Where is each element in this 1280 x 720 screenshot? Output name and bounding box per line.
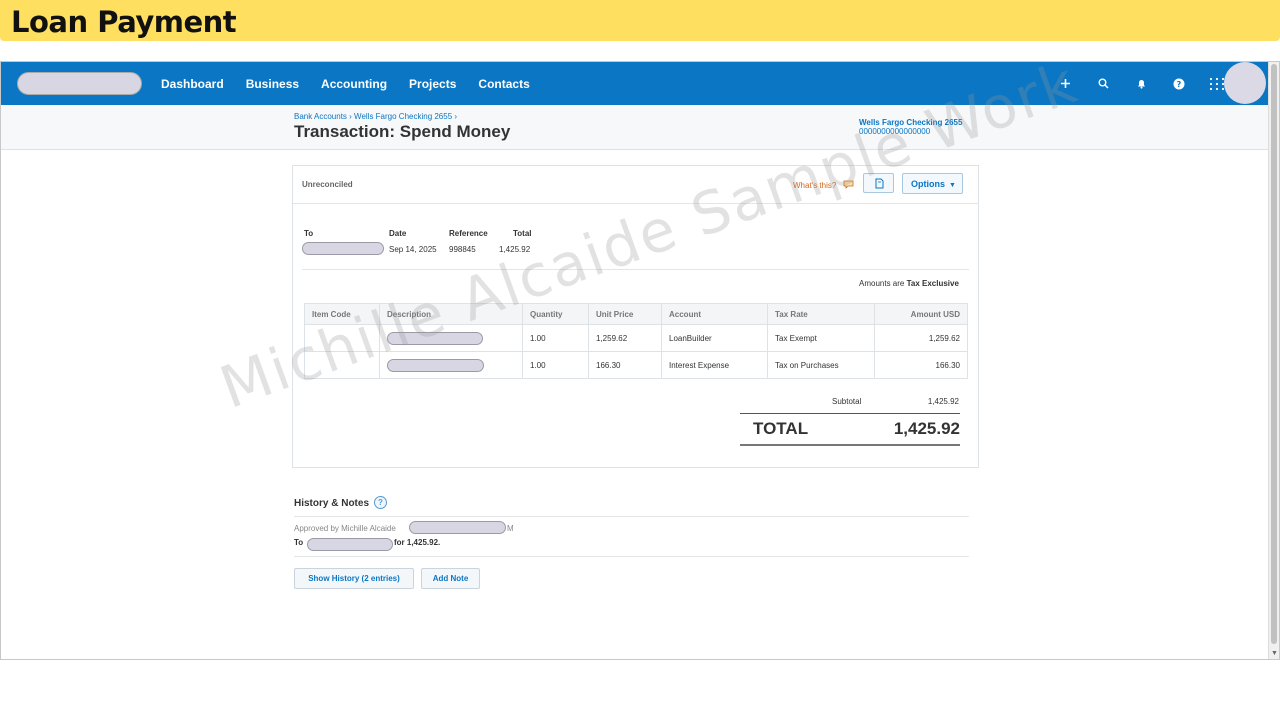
chevron-down-icon: ▼ bbox=[949, 182, 956, 189]
approval-note: Approved by Michille Alcaide bbox=[294, 524, 396, 533]
amounts-tax-note: Amounts are Tax Exclusive bbox=[859, 279, 959, 288]
transaction-card: Unreconciled What's this? Options ▼ To Da… bbox=[292, 165, 979, 468]
total-divider-bottom bbox=[740, 444, 960, 446]
table-row: 1.00 1,259.62 LoanBuilder Tax Exempt 1,2… bbox=[304, 324, 968, 352]
cell-item-code bbox=[304, 324, 380, 352]
grand-total-label: TOTAL bbox=[753, 419, 809, 438]
cell-tax-rate: Tax on Purchases bbox=[767, 351, 875, 379]
col-unit-price: Unit Price bbox=[588, 303, 662, 325]
search-icon[interactable] bbox=[1084, 78, 1122, 89]
cell-description bbox=[379, 351, 523, 379]
nav-contacts[interactable]: Contacts bbox=[478, 77, 529, 91]
total-divider-top bbox=[740, 413, 960, 414]
col-description: Description bbox=[379, 303, 523, 325]
top-navigation-bar: Dashboard Business Accounting Projects C… bbox=[1, 62, 1269, 105]
scrollbar-thumb[interactable] bbox=[1271, 64, 1277, 644]
col-quantity: Quantity bbox=[522, 303, 589, 325]
transaction-date: Sep 14, 2025 bbox=[389, 245, 437, 254]
help-icon[interactable]: ? bbox=[1160, 78, 1198, 90]
transaction-total: 1,425.92 bbox=[499, 245, 531, 254]
scroll-down-arrow-icon[interactable]: ▼ bbox=[1271, 650, 1278, 657]
cell-account: Interest Expense bbox=[661, 351, 768, 379]
history-notes-title: History & Notes bbox=[294, 498, 370, 509]
bell-icon[interactable] bbox=[1122, 78, 1160, 89]
nav-dashboard[interactable]: Dashboard bbox=[161, 77, 224, 91]
cell-tax-rate: Tax Exempt bbox=[767, 324, 875, 352]
col-account: Account bbox=[661, 303, 768, 325]
breadcrumb[interactable]: Bank Accounts › Wells Fargo Checking 265… bbox=[294, 112, 457, 121]
transaction-card-header: Unreconciled What's this? Options ▼ bbox=[293, 166, 978, 204]
transaction-reference: 998845 bbox=[449, 245, 476, 254]
main-nav: Dashboard Business Accounting Projects C… bbox=[161, 62, 552, 105]
history-divider bbox=[294, 516, 969, 517]
vertical-scrollbar[interactable]: ▼ bbox=[1268, 62, 1279, 659]
grand-total-value: 1,425.92 bbox=[893, 419, 960, 438]
history-amount-text: for 1,425.92. bbox=[394, 538, 441, 547]
redacted-description bbox=[387, 358, 484, 372]
cell-quantity: 1.00 bbox=[522, 351, 589, 379]
date-label: Date bbox=[389, 229, 407, 238]
subtotal-value: 1,425.92 bbox=[927, 397, 959, 406]
cell-item-code bbox=[304, 351, 380, 379]
slide-title-banner: Loan Payment bbox=[0, 0, 1280, 41]
line-items-table: Item Code Description Quantity Unit Pric… bbox=[304, 303, 968, 379]
tax-note-mode: Tax Exclusive bbox=[906, 279, 959, 288]
app-window: Dashboard Business Accounting Projects C… bbox=[0, 61, 1280, 660]
plus-icon[interactable] bbox=[1046, 78, 1084, 89]
user-avatar[interactable] bbox=[1224, 62, 1266, 104]
bank-account-name[interactable]: Wells Fargo Checking 2655 bbox=[859, 118, 962, 127]
cell-amount: 166.30 bbox=[874, 351, 968, 379]
nav-accounting[interactable]: Accounting bbox=[321, 77, 387, 91]
history-divider-bottom bbox=[294, 556, 969, 557]
approval-time-suffix: M bbox=[507, 524, 514, 533]
show-history-button[interactable]: Show History (2 entries) bbox=[294, 568, 414, 589]
table-header-row: Item Code Description Quantity Unit Pric… bbox=[304, 303, 968, 325]
copy-button[interactable] bbox=[863, 173, 894, 193]
redacted-contact bbox=[302, 242, 384, 255]
redacted-approval-time bbox=[409, 521, 506, 534]
tax-note-prefix: Amounts are bbox=[859, 279, 907, 288]
cell-quantity: 1.00 bbox=[522, 324, 589, 352]
slide-title: Loan Payment bbox=[11, 5, 237, 39]
add-note-button[interactable]: Add Note bbox=[421, 568, 480, 589]
total-label: Total bbox=[513, 229, 532, 238]
page-header: Bank Accounts › Wells Fargo Checking 265… bbox=[1, 105, 1269, 150]
col-tax-rate: Tax Rate bbox=[767, 303, 875, 325]
table-row: 1.00 166.30 Interest Expense Tax on Purc… bbox=[304, 351, 968, 379]
cell-unit-price: 1,259.62 bbox=[588, 324, 662, 352]
options-dropdown[interactable]: Options ▼ bbox=[902, 173, 963, 194]
subtotal-label: Subtotal bbox=[832, 397, 862, 406]
options-label: Options bbox=[911, 179, 945, 189]
nav-icon-group: ? bbox=[1046, 62, 1236, 105]
svg-text:?: ? bbox=[1177, 80, 1182, 89]
cell-description bbox=[379, 324, 523, 352]
cell-amount: 1,259.62 bbox=[874, 324, 968, 352]
cell-unit-price: 166.30 bbox=[588, 351, 662, 379]
col-amount: Amount USD bbox=[874, 303, 968, 325]
whats-this-label: What's this? bbox=[793, 181, 837, 190]
section-divider bbox=[302, 269, 969, 270]
speech-bubble-icon bbox=[843, 180, 853, 189]
copy-icon bbox=[875, 178, 884, 189]
reference-label: Reference bbox=[449, 229, 488, 238]
history-to-label: To bbox=[294, 538, 304, 547]
redacted-description bbox=[387, 331, 483, 345]
nav-projects[interactable]: Projects bbox=[409, 77, 456, 91]
redacted-payee bbox=[307, 538, 393, 551]
whats-this-link[interactable]: What's this? bbox=[793, 180, 854, 190]
to-label: To bbox=[304, 229, 314, 238]
page-title: Transaction: Spend Money bbox=[294, 122, 511, 141]
col-item-code: Item Code bbox=[304, 303, 380, 325]
organization-switcher[interactable] bbox=[17, 72, 142, 95]
nav-business[interactable]: Business bbox=[246, 77, 299, 91]
help-circle-icon[interactable]: ? bbox=[374, 496, 387, 509]
reconcile-status: Unreconciled bbox=[302, 180, 353, 189]
cell-account: LoanBuilder bbox=[661, 324, 768, 352]
bank-account-number: 0000000000000000 bbox=[859, 127, 931, 136]
